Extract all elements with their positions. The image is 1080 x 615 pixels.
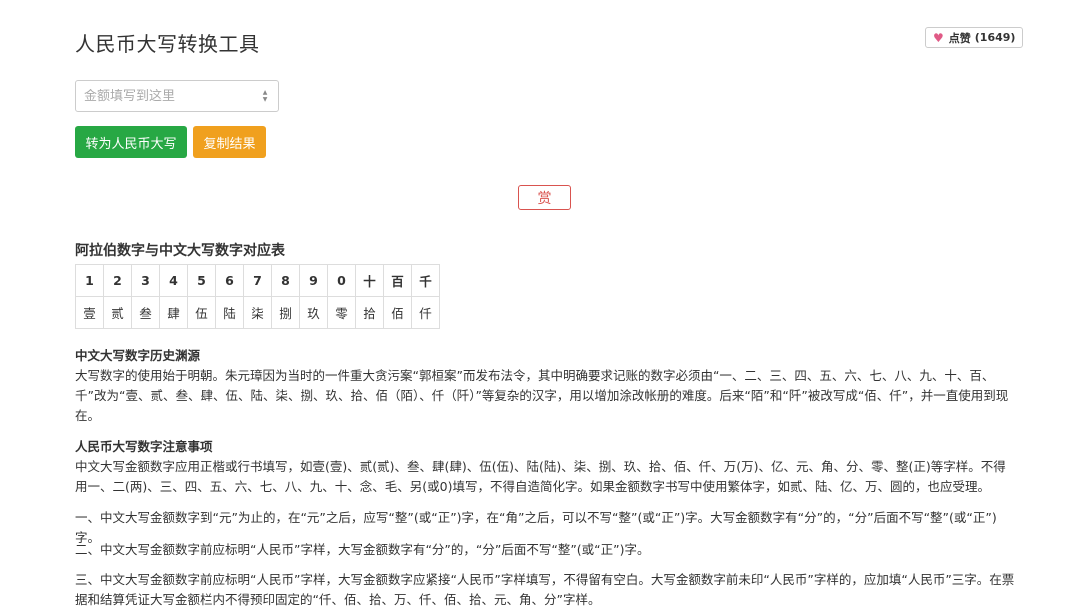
capital-cell: 柒 [243,296,272,329]
capital-cell: 贰 [103,296,132,329]
digit-cell: 2 [103,264,132,297]
digit-mapping-table: 1 2 3 4 5 6 7 8 9 0 十 百 千 壹 贰 叁 肆 伍 陆 柒 … [75,264,440,329]
digit-cell: 3 [131,264,160,297]
note-paragraph-2: 二、中文大写金额数字前应标明“人民币”字样，大写金额数字有“分”的，“分”后面不… [75,542,650,557]
digit-cell: 1 [75,264,104,297]
history-section: 中文大写数字历史渊源 大写数字的使用始于明朝。朱元璋因为当时的一件重大贪污案“郭… [75,346,1015,426]
reward-button[interactable]: 赏 [518,185,571,210]
history-body: 大写数字的使用始于明朝。朱元璋因为当时的一件重大贪污案“郭桓案”而发布法令，其中… [75,368,1009,423]
capital-cell: 捌 [271,296,300,329]
capital-cell: 佰 [383,296,412,329]
capital-cell: 零 [327,296,356,329]
digit-cell: 0 [327,264,356,297]
number-spinner[interactable]: ▲ ▼ [261,90,269,103]
like-count: (1649) [974,31,1016,44]
digit-cell: 9 [299,264,328,297]
capital-cell: 肆 [159,296,188,329]
digit-cell: 千 [411,264,440,297]
history-title: 中文大写数字历史渊源 [75,348,201,363]
capital-row: 壹 贰 叁 肆 伍 陆 柒 捌 玖 零 拾 佰 仟 [75,296,440,329]
digit-cell: 8 [271,264,300,297]
notes-body: 中文大写金额数字应用正楷或行书填写，如壹(壹)、贰(贰)、叁、肆(肆)、伍(伍)… [75,459,1006,494]
capital-cell: 叁 [131,296,160,329]
capital-cell: 玖 [299,296,328,329]
digit-cell: 7 [243,264,272,297]
copy-result-button[interactable]: 复制结果 [193,126,266,158]
amount-input[interactable] [84,88,254,104]
mapping-table-title: 阿拉伯数字与中文大写数字对应表 [75,243,285,259]
capital-cell: 壹 [75,296,104,329]
notes-section: 人民币大写数字注意事项 中文大写金额数字应用正楷或行书填写，如壹(壹)、贰(贰)… [75,437,1015,497]
digit-row: 1 2 3 4 5 6 7 8 9 0 十 百 千 [75,264,440,297]
capital-cell: 仟 [411,296,440,329]
digit-cell: 6 [215,264,244,297]
heart-icon: ♥ [933,30,944,45]
digit-cell: 4 [159,264,188,297]
spin-down-icon[interactable]: ▼ [263,97,268,103]
capital-cell: 陆 [215,296,244,329]
digit-cell: 百 [383,264,412,297]
convert-button[interactable]: 转为人民币大写 [75,126,187,158]
digit-cell: 5 [187,264,216,297]
like-button[interactable]: ♥ 点赞 (1649) [925,27,1024,48]
capital-cell: 伍 [187,296,216,329]
like-label: 点赞 [948,31,971,45]
notes-title: 人民币大写数字注意事项 [75,439,213,454]
capital-cell: 拾 [355,296,384,329]
page-title: 人民币大写转换工具 [75,32,260,56]
amount-input-wrapper: ▲ ▼ [75,80,279,112]
note-paragraph-3: 三、中文大写金额数字前应标明“人民币”字样，大写金额数字应紧接“人民币”字样填写… [75,572,1015,607]
digit-cell: 十 [355,264,384,297]
